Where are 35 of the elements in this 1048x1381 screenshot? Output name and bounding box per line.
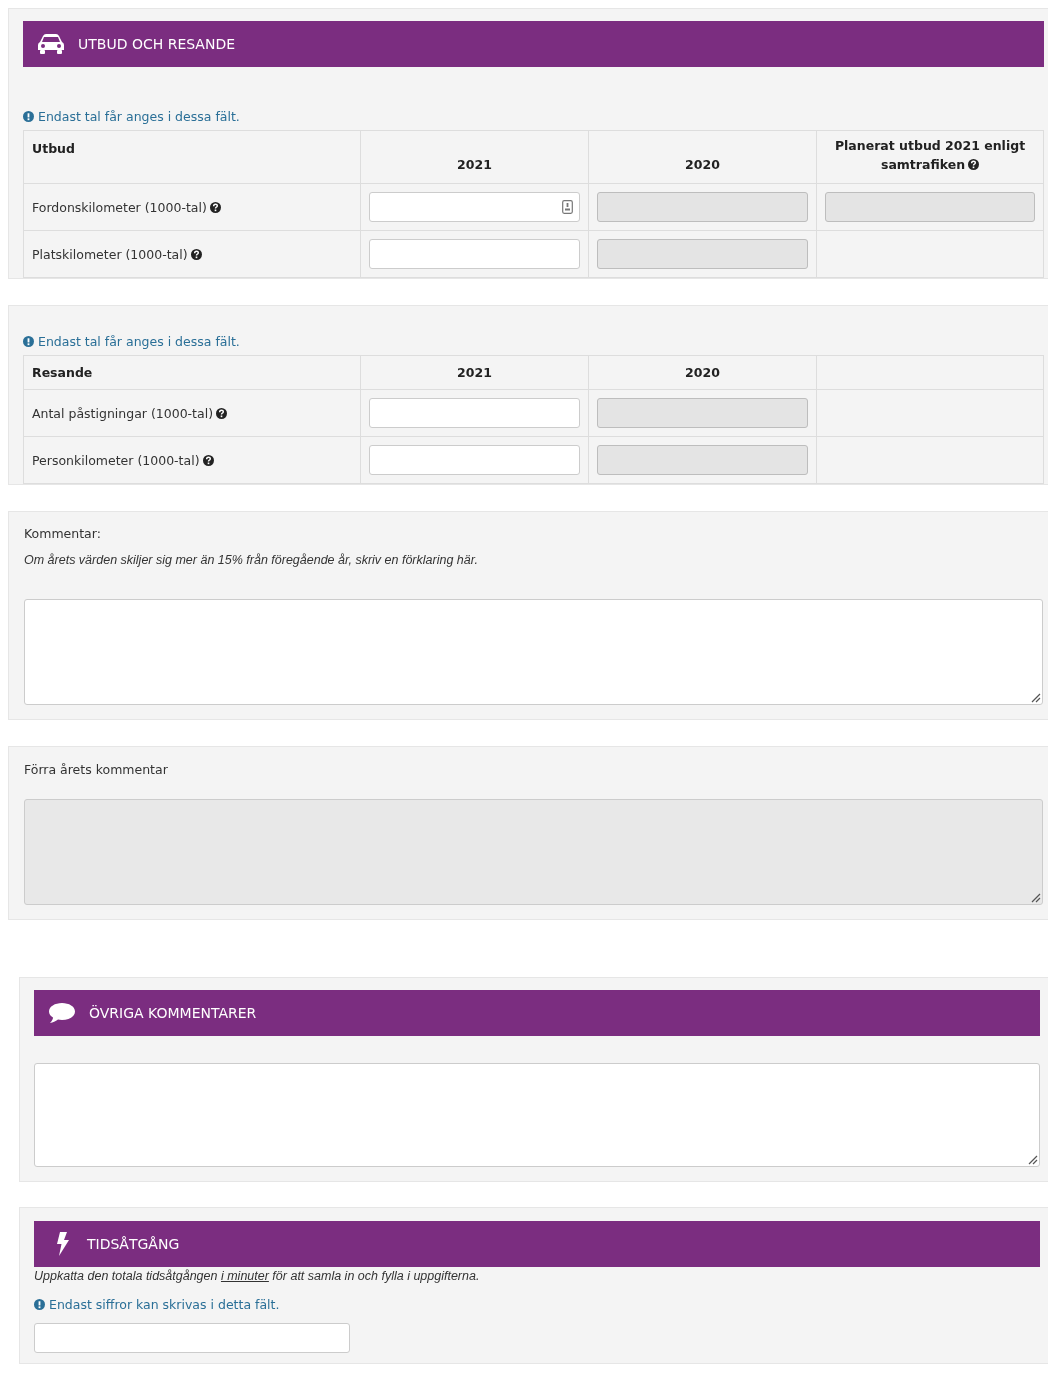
resize-grip-icon[interactable] [1029,691,1041,703]
speech-bubble-icon [48,1002,76,1024]
car-icon [37,33,65,55]
column-header: 2020 [685,365,720,380]
number-input[interactable] [369,192,580,222]
section-title: ÖVRIGA KOMMENTARER [89,1005,257,1021]
info-icon [23,110,34,122]
column-header: 2021 [457,157,492,172]
section-title: TIDSÅTGÅNG [87,1236,180,1252]
previous-comment-label: Förra årets kommentar [24,762,169,777]
comment-hint: Om årets värden skiljer sig mer än 15% från föregående år, skriv en förklaring här. [24,553,479,567]
info-icon [23,335,34,347]
info-text: Endast tal får anges i dessa fält. [38,108,240,124]
lightning-icon [56,1232,70,1256]
info-icon [34,1298,45,1310]
number-input[interactable] [369,239,580,269]
row-label: Fordonskilometer (1000-tal) [32,199,207,215]
column-header: Utbud [32,141,75,156]
number-input[interactable] [369,398,580,428]
comment-label: Kommentar: [24,526,102,541]
row-label: Personkilometer (1000-tal) [32,452,200,468]
row-label: Platskilometer (1000-tal) [32,246,188,262]
column-header: 2020 [685,157,720,172]
instruction-text: Uppkatta den totala tidsåtgången i minuter för att samla in och fylla i uppgifterna. [34,1269,481,1283]
resize-grip-icon[interactable] [1026,1153,1038,1165]
info-text: Endast siffror kan skrivas i detta fält. [49,1296,280,1312]
info-text: Endast tal får anges i dessa fält. [38,333,240,349]
column-header: Resande [32,365,93,380]
column-header: 2021 [457,365,492,380]
number-input[interactable] [369,445,580,475]
column-header: Planerat utbud 2021 enligt samtrafiken [834,138,1026,172]
section-title: UTBUD OCH RESANDE [78,36,236,52]
row-label: Antal påstigningar (1000-tal) [32,405,214,421]
minutes-input[interactable] [34,1323,350,1353]
autofill-icon[interactable] [562,200,573,214]
